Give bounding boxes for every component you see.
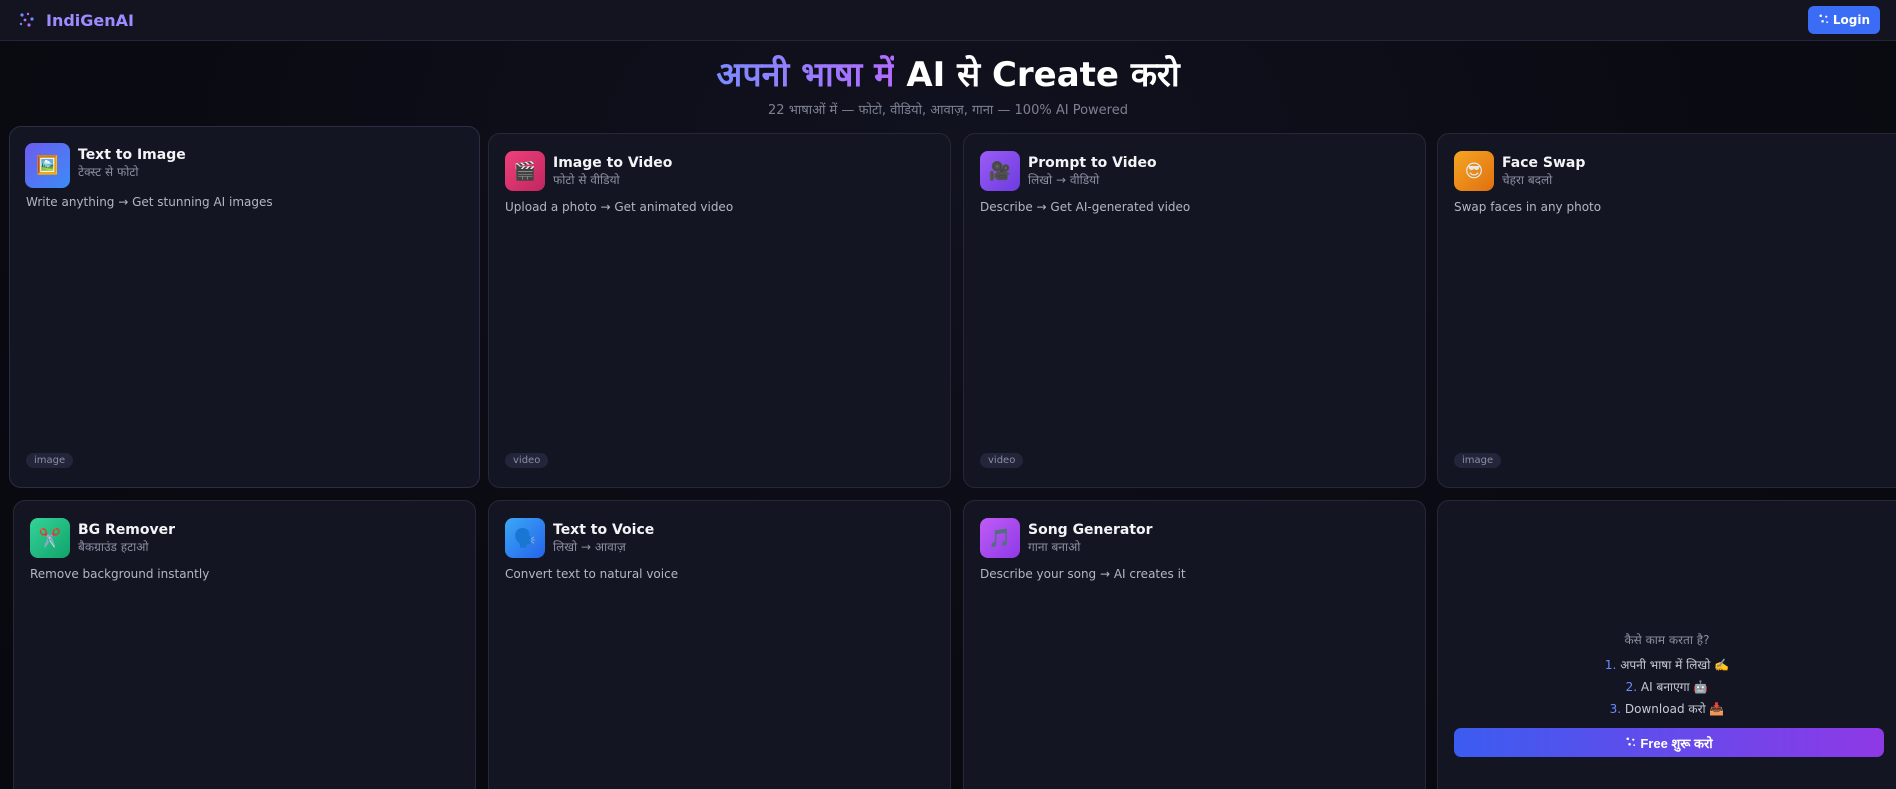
brand[interactable]: IndiGenAI	[18, 11, 134, 30]
card-text-to-voice[interactable]: 🗣️ Text to Voice लिखो → आवाज़ Convert te…	[488, 500, 951, 789]
card-description: Swap faces in any photo	[1454, 200, 1602, 214]
picture-icon: 🖼️	[25, 143, 70, 188]
card-subtitle: चेहरा बदलो	[1502, 173, 1553, 187]
top-navbar: IndiGenAI Login	[0, 0, 1896, 41]
sparkle-icon	[1625, 735, 1636, 750]
card-subtitle: टेक्स्ट से फोटो	[78, 165, 139, 179]
card-title: Face Swap	[1502, 155, 1586, 171]
clapperboard-icon: 🎬	[505, 151, 545, 191]
card-prompt-to-video[interactable]: 🎥 Prompt to Video लिखो → वीडियो Describe…	[963, 133, 1426, 488]
login-label: Login	[1832, 13, 1870, 27]
speaking-head-icon: 🗣️	[505, 518, 545, 558]
brand-name: IndiGenAI	[46, 10, 134, 30]
card-title: Image to Video	[553, 155, 673, 171]
card-image-to-video[interactable]: 🎬 Image to Video फोटो से वीडियो Upload a…	[488, 133, 951, 488]
card-description: Convert text to natural voice	[505, 567, 679, 581]
card-title: Text to Image	[78, 147, 186, 163]
face-icon: 😎	[1454, 151, 1494, 191]
hero-subtitle: 22 भाषाओं में — फोटो, वीडियो, आवाज़, गान…	[768, 103, 1128, 118]
cta-label: Free शुरू करो	[1640, 735, 1713, 751]
card-subtitle: बैकग्राउंड हटाओ	[78, 540, 149, 554]
card-description: Describe your song → AI creates it	[980, 567, 1186, 581]
sparkles-icon	[18, 11, 36, 29]
scissors-icon: ✂️	[30, 518, 70, 558]
hero-title-rest: AI से Create करो	[906, 55, 1180, 95]
card-title: Song Generator	[1028, 522, 1153, 538]
hero-title-highlight: अपनी भाषा में	[716, 55, 895, 95]
card-subtitle: गाना बनाओ	[1028, 540, 1081, 554]
category-badge: video	[980, 453, 1024, 468]
card-subtitle: लिखो → वीडियो	[1028, 173, 1100, 187]
music-note-icon: 🎵	[980, 518, 1020, 558]
how-step: 1. अपनी भाषा में लिखो ✍️	[1604, 658, 1730, 672]
card-title: BG Remover	[78, 522, 176, 538]
card-face-swap[interactable]: 😎 Face Swap चेहरा बदलो Swap faces in any…	[1437, 133, 1896, 488]
card-subtitle: लिखो → आवाज़	[553, 540, 626, 554]
card-title: Text to Voice	[553, 522, 655, 538]
how-it-works: कैसे काम करता है? 1. अपनी भाषा में लिखो …	[1437, 631, 1896, 720]
card-description: Remove background instantly	[30, 567, 210, 581]
how-step: 2. AI बनाएगा 🤖	[1625, 680, 1709, 694]
hero-title: अपनी भाषा में AI से Create करो	[0, 52, 1896, 98]
category-badge: image	[1454, 453, 1502, 468]
hero: अपनी भाषा में AI से Create करो 22 भाषाओं…	[0, 52, 1896, 118]
free-start-button[interactable]: Free शुरू करो	[1454, 728, 1884, 757]
card-song-generator[interactable]: 🎵 Song Generator गाना बनाओ Describe your…	[963, 500, 1426, 789]
movie-camera-icon: 🎥	[980, 151, 1020, 191]
card-bg-remover[interactable]: ✂️ BG Remover बैकग्राउंड हटाओ Remove bac…	[13, 500, 476, 789]
card-text-to-image[interactable]: 🖼️ Text to Image टेक्स्ट से फोटो Write a…	[9, 126, 480, 488]
card-subtitle: फोटो से वीडियो	[553, 173, 620, 187]
category-badge: video	[505, 453, 549, 468]
how-title: कैसे काम करता है?	[1624, 633, 1710, 647]
card-title: Prompt to Video	[1028, 155, 1157, 171]
category-badge: image	[26, 453, 74, 468]
card-description: Upload a photo → Get animated video	[505, 200, 734, 214]
login-button[interactable]: Login	[1807, 6, 1880, 34]
card-description: Describe → Get AI-generated video	[980, 200, 1191, 214]
card-description: Write anything → Get stunning AI images	[26, 195, 273, 209]
how-step: 3. Download करो 📥	[1609, 702, 1725, 716]
sparkle-icon	[1818, 13, 1829, 27]
